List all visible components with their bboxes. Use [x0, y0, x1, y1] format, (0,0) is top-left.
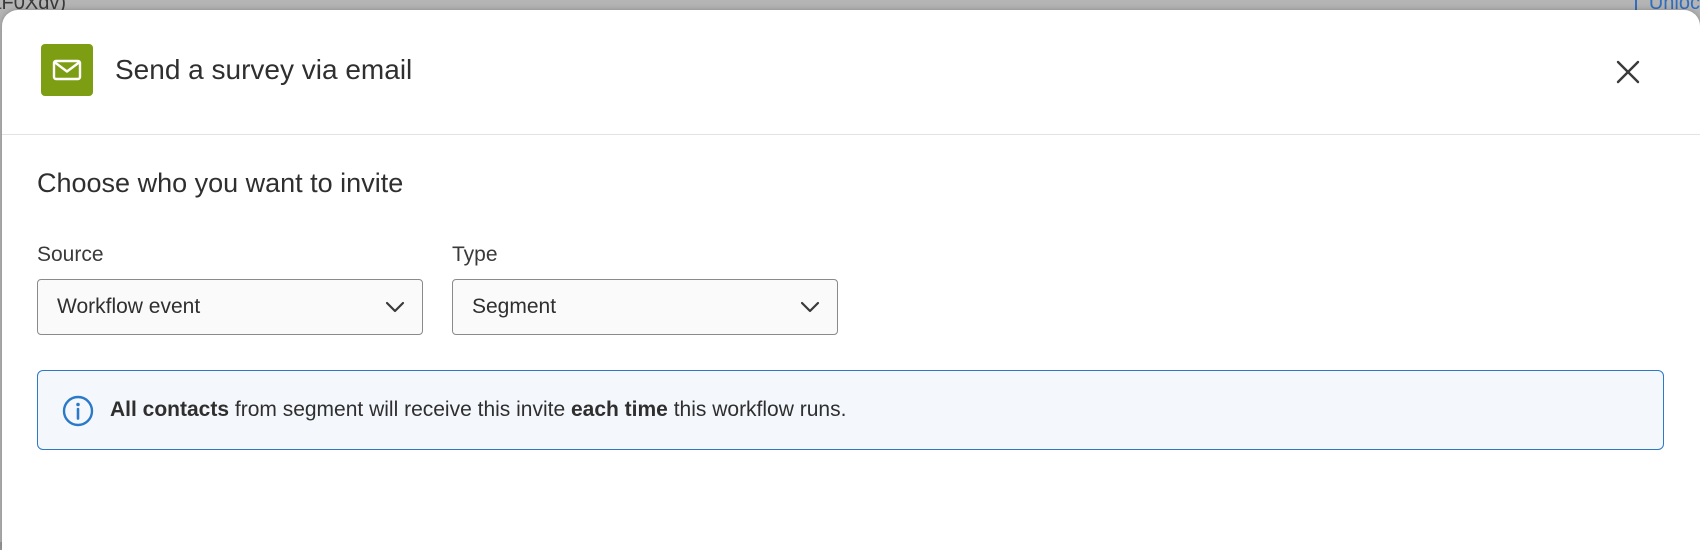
mail-icon	[41, 44, 93, 96]
info-text-part1: from segment will receive this invite	[229, 398, 571, 421]
type-select[interactable]: Segment	[452, 279, 838, 335]
info-message: All contacts from segment will receive t…	[110, 398, 846, 422]
source-select[interactable]: Workflow event	[37, 279, 423, 335]
source-label: Source	[37, 243, 104, 266]
modal-title: Send a survey via email	[115, 54, 413, 85]
modal-header: Send a survey via email	[2, 10, 1700, 135]
send-survey-modal: Send a survey via email Choose who you w…	[2, 10, 1700, 550]
source-select-value: Workflow event	[57, 295, 201, 318]
type-select-value: Segment	[472, 295, 557, 318]
info-icon	[62, 395, 94, 427]
section-heading: Choose who you want to invite	[37, 168, 404, 198]
chevron-down-icon	[385, 301, 405, 313]
type-label: Type	[452, 243, 498, 266]
close-icon[interactable]	[1614, 58, 1642, 86]
chevron-down-icon	[800, 301, 820, 313]
info-banner: All contacts from segment will receive t…	[37, 370, 1664, 450]
info-bold-all-contacts: All contacts	[110, 398, 230, 421]
info-bold-each-time: each time	[570, 398, 668, 421]
info-text-part2: this workflow runs.	[667, 398, 847, 421]
